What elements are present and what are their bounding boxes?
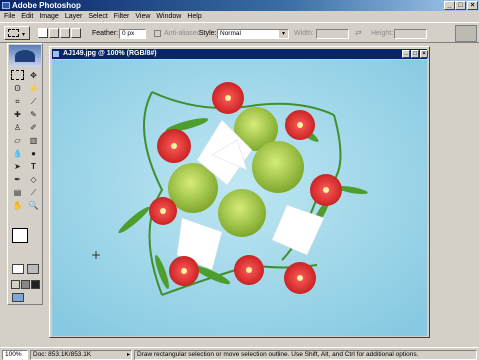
imageready-icon[interactable]: [12, 293, 24, 302]
quick-mask-icon[interactable]: [27, 264, 39, 274]
title-bar: Adobe Photoshop: [0, 0, 479, 11]
pen-icon[interactable]: ✒: [11, 174, 24, 186]
standard-mode-icon[interactable]: [12, 264, 24, 274]
doc-minimize-button[interactable]: _: [402, 50, 410, 58]
clone-stamp-icon[interactable]: ♙: [11, 122, 24, 134]
document-title-bar[interactable]: AJ149.jpg @ 100% (RGB/8#): [52, 49, 427, 59]
image-canvas[interactable]: [52, 60, 427, 336]
height-label: Height:: [371, 30, 394, 37]
history-brush-icon[interactable]: ✐: [27, 122, 40, 134]
doc-size-field[interactable]: Doc: 853.1K/853.1K ▸: [30, 350, 132, 360]
width-input[interactable]: [316, 29, 349, 39]
feather-input[interactable]: 0 px: [119, 29, 146, 39]
zoom-icon[interactable]: 🔍: [27, 200, 40, 212]
rectangular-marquee-icon[interactable]: [11, 70, 24, 80]
feather-logo-icon: [15, 50, 35, 62]
type-tool-icon[interactable]: T: [27, 161, 40, 173]
magic-wand-icon[interactable]: ⚡: [27, 83, 40, 95]
toolbox: ✥ ʘ ⚡ ⌗ ⟋ ✚ ✎ ♙ ✐ ▱ ▥ 💧 ● ➤ T ✒ ◇ ▤ ⟋ ✋ …: [7, 43, 43, 305]
style-select[interactable]: Normal ▾: [217, 29, 289, 39]
blur-icon[interactable]: 💧: [11, 148, 24, 160]
shape-icon[interactable]: ◇: [27, 174, 40, 186]
brush-icon[interactable]: ✎: [27, 109, 40, 121]
marquee-icon: [8, 29, 19, 37]
palette-well[interactable]: [455, 25, 477, 42]
doc-maximize-button[interactable]: □: [411, 50, 419, 58]
menu-file[interactable]: File: [4, 11, 15, 22]
photoshop-icon: [2, 2, 10, 9]
document-icon: [53, 51, 59, 57]
feather-label: Feather:: [92, 30, 119, 37]
doc-size: Doc: 853.1K/853.1K: [33, 351, 92, 358]
zoom-field[interactable]: 100%: [2, 350, 28, 360]
menu-window[interactable]: Window: [156, 11, 181, 22]
close-button[interactable]: ×: [467, 1, 478, 10]
menu-select[interactable]: Select: [88, 11, 107, 22]
menu-layer[interactable]: Layer: [65, 11, 83, 22]
tool-preset-picker[interactable]: ▾: [4, 26, 30, 40]
chevron-down-icon: ▾: [279, 30, 288, 38]
intersect-selection-icon[interactable]: [71, 28, 81, 38]
toolbox-header: [9, 45, 41, 67]
foreground-color-swatch[interactable]: [12, 228, 28, 243]
status-bar: 100% Doc: 853.1K/853.1K ▸ Draw rectangul…: [0, 347, 479, 360]
swap-icon[interactable]: ⇄: [355, 28, 362, 37]
document-title: AJ149.jpg @ 100% (RGB/8#): [63, 50, 157, 57]
hand-icon[interactable]: ✋: [11, 200, 24, 212]
minimize-button[interactable]: _: [444, 1, 455, 10]
menu-filter[interactable]: Filter: [114, 11, 130, 22]
doc-close-button[interactable]: ×: [420, 50, 428, 58]
flower-photo: [52, 60, 427, 336]
crop-icon[interactable]: ⌗: [11, 96, 24, 108]
app-title: Adobe Photoshop: [12, 1, 81, 10]
antialiased-checkbox[interactable]: [154, 30, 161, 37]
screen-mode-full-menu-icon[interactable]: [21, 280, 30, 289]
style-value: Normal: [220, 30, 241, 37]
new-selection-icon[interactable]: [38, 28, 48, 38]
add-selection-icon[interactable]: [49, 28, 59, 38]
eyedropper-icon[interactable]: ⟋: [27, 187, 40, 199]
options-bar: ▾ Feather: 0 px Anti-aliased Style: Norm…: [0, 22, 479, 43]
chevron-right-icon: ▸: [126, 352, 130, 358]
height-input[interactable]: [394, 29, 427, 39]
slice-icon[interactable]: ⟋: [27, 96, 40, 108]
eraser-icon[interactable]: ▱: [11, 135, 24, 147]
width-label: Width:: [294, 30, 314, 37]
chevron-down-icon: ▾: [22, 32, 26, 38]
style-label: Style:: [199, 30, 217, 37]
move-tool-icon[interactable]: ✥: [27, 70, 40, 82]
screen-mode-full-icon[interactable]: [31, 280, 40, 289]
menu-edit[interactable]: Edit: [21, 11, 33, 22]
document-window: AJ149.jpg @ 100% (RGB/8#) _ □ ×: [49, 46, 430, 338]
gradient-icon[interactable]: ▥: [27, 135, 40, 147]
menu-view[interactable]: View: [135, 11, 150, 22]
notes-icon[interactable]: ▤: [11, 187, 24, 199]
antialiased-label: Anti-aliased: [164, 30, 201, 37]
menu-image[interactable]: Image: [39, 11, 58, 22]
maximize-button[interactable]: □: [455, 1, 466, 10]
lasso-icon[interactable]: ʘ: [11, 83, 24, 95]
screen-mode-standard-icon[interactable]: [11, 280, 20, 289]
path-selection-icon[interactable]: ➤: [11, 161, 24, 173]
subtract-selection-icon[interactable]: [60, 28, 70, 38]
menu-help[interactable]: Help: [187, 11, 201, 22]
healing-brush-icon[interactable]: ✚: [11, 109, 24, 121]
dodge-icon[interactable]: ●: [27, 148, 40, 160]
status-hint: Draw rectangular selection or move selec…: [134, 350, 477, 360]
menu-bar: File Edit Image Layer Select Filter View…: [0, 11, 479, 22]
